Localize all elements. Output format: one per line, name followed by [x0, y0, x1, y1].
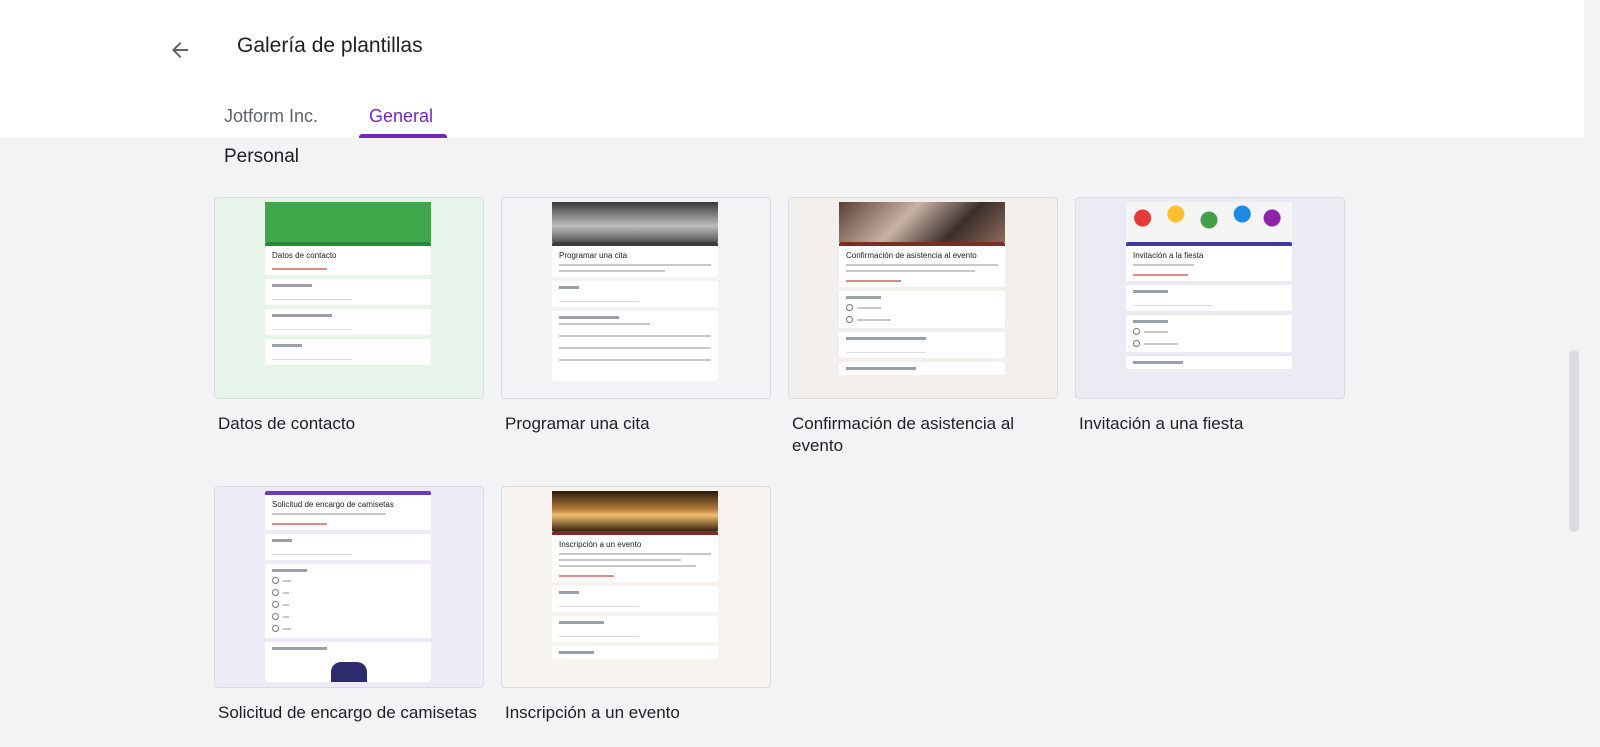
template-thumbnail[interactable]: Solicitud de encargo de camisetas — [214, 486, 484, 688]
template-thumbnail[interactable]: Inscripción a un evento — [501, 486, 771, 688]
template-card-encargo-camisetas[interactable]: Solicitud de encargo de camisetas Solici… — [214, 486, 484, 724]
section-title: Personal — [224, 146, 299, 167]
preview-title: Inscripción a un evento — [559, 540, 642, 549]
template-card-programar-cita[interactable]: Programar una cita Programar una cita — [501, 197, 771, 435]
tshirt-image — [331, 662, 367, 682]
template-thumbnail[interactable]: Programar una cita — [501, 197, 771, 399]
active-tab-indicator — [359, 134, 447, 138]
form-preview: Confirmación de asistencia al evento — [839, 202, 1005, 398]
template-card-datos-contacto[interactable]: Datos de contacto Datos de contacto — [214, 197, 484, 435]
preview-title: Datos de contacto — [272, 251, 337, 260]
template-title[interactable]: Inscripción a un evento — [501, 702, 771, 724]
page-title: Galería de plantillas — [237, 34, 423, 57]
template-thumbnail[interactable]: Datos de contacto — [214, 197, 484, 399]
top-app-bar: Galería de plantillas Jotform Inc. Gener… — [0, 0, 1584, 138]
template-title[interactable]: Confirmación de asistencia al evento — [788, 413, 1058, 457]
form-preview: Programar una cita — [552, 202, 718, 398]
template-card-inscripcion-evento[interactable]: Inscripción a un evento Inscripción a un… — [501, 486, 771, 724]
scrollbar-thumb[interactable] — [1569, 350, 1579, 532]
form-preview: Solicitud de encargo de camisetas — [265, 491, 431, 687]
arrow-back-icon — [172, 42, 188, 58]
template-card-confirmacion-asistencia[interactable]: Confirmación de asistencia al evento Con… — [788, 197, 1058, 457]
header-image — [839, 202, 1005, 242]
template-title[interactable]: Datos de contacto — [214, 413, 484, 435]
header-image — [552, 491, 718, 531]
form-preview: Inscripción a un evento — [552, 491, 718, 687]
template-title[interactable]: Invitación a una fiesta — [1075, 413, 1345, 435]
template-thumbnail[interactable]: Confirmación de asistencia al evento — [788, 197, 1058, 399]
header-image — [1126, 202, 1292, 242]
template-card-invitacion-fiesta[interactable]: Invitación a la fiesta Invitación a una … — [1075, 197, 1345, 435]
form-preview: Invitación a la fiesta — [1126, 202, 1292, 398]
preview-title: Programar una cita — [559, 251, 628, 260]
template-thumbnail[interactable]: Invitación a la fiesta — [1075, 197, 1345, 399]
back-button[interactable] — [162, 32, 198, 68]
template-title[interactable]: Programar una cita — [501, 413, 771, 435]
preview-title: Confirmación de asistencia al evento — [846, 251, 977, 260]
tab-general[interactable]: General — [369, 106, 433, 127]
preview-title: Solicitud de encargo de camisetas — [272, 500, 394, 509]
header-image — [265, 202, 431, 242]
tab-jotform[interactable]: Jotform Inc. — [224, 106, 318, 127]
preview-title: Invitación a la fiesta — [1133, 251, 1204, 260]
form-preview: Datos de contacto — [265, 202, 431, 398]
template-title[interactable]: Solicitud de encargo de camisetas — [214, 702, 484, 724]
header-image — [552, 202, 718, 242]
